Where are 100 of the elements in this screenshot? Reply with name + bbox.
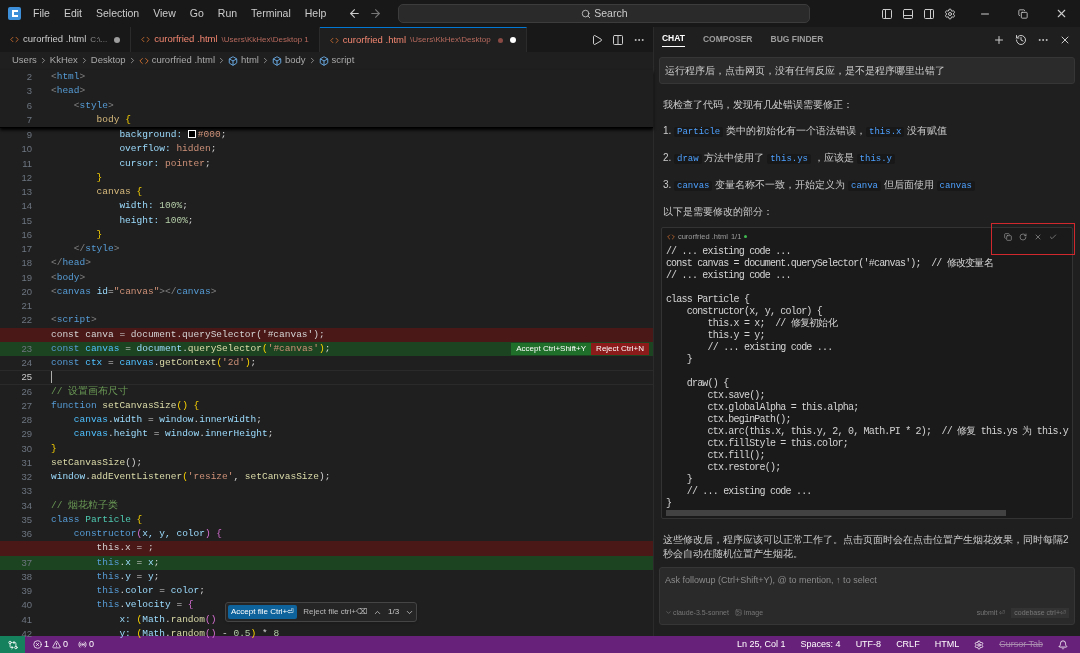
code-line: constructor(x, y, color) {: [72, 527, 223, 541]
restore-icon[interactable]: [1018, 8, 1028, 19]
menu-item[interactable]: Help: [304, 5, 327, 22]
ports-count[interactable]: 0: [89, 637, 95, 652]
code-line: constructor(x, y, color) {: [685, 306, 822, 318]
chat-text: 1. Particle 类中的初始化有一个语法错误， this.x 没有赋值: [662, 124, 949, 139]
breadcrumb-item[interactable]: KkHex: [49, 53, 78, 68]
close-icon[interactable]: [1055, 7, 1068, 20]
chat-tab[interactable]: BUG FINDER: [770, 33, 824, 46]
tab-title: curorfried .html: [154, 32, 218, 47]
color-swatch-icon[interactable]: [187, 130, 196, 139]
error-icon[interactable]: [33, 640, 42, 649]
editor-tab[interactable]: curorfried .html C:\...: [0, 27, 132, 52]
breadcrumb-item[interactable]: body: [284, 53, 306, 68]
menu-item[interactable]: Selection: [96, 5, 140, 22]
notifications-icon[interactable]: [1058, 639, 1068, 650]
code-line: ctx.save();: [706, 390, 765, 402]
symbol-icon: [228, 55, 238, 66]
code-line: <script>: [51, 313, 97, 328]
status-item[interactable]: Spaces: 4: [800, 637, 841, 652]
reject-file-button[interactable]: Reject file ctrl+⌫: [303, 606, 367, 618]
line-number: 2: [25, 70, 32, 84]
line-number: 39: [20, 584, 32, 598]
code-line: }: [685, 474, 692, 486]
line-number: 37: [20, 555, 32, 570]
reject-button[interactable]: Reject Ctrl+N: [591, 342, 649, 355]
chat-tab[interactable]: COMPOSER: [702, 33, 753, 46]
dropdown-icon: [664, 609, 672, 617]
error-count[interactable]: 1: [44, 637, 49, 652]
line-number: 34: [20, 498, 32, 513]
menu-item[interactable]: View: [153, 5, 176, 22]
menu-item[interactable]: Go: [189, 5, 204, 22]
code-line: }: [95, 227, 103, 242]
code-line: const canvas = document.querySelector('#canvas');: [51, 341, 331, 356]
panel-left-icon[interactable]: [881, 7, 893, 20]
code-line: cursor: pointer;: [118, 156, 211, 171]
code-line: const canvas = document.querySelector('#canvas'); // 修改变量名: [665, 258, 993, 270]
code-line: const canva = document.querySelector('#canvas');: [51, 327, 325, 342]
code-line: }: [51, 441, 57, 456]
panel-bottom-icon[interactable]: [902, 7, 914, 20]
panel-right-icon[interactable]: [923, 7, 935, 20]
copy-icon[interactable]: [1004, 232, 1012, 241]
new-chat-icon[interactable]: [993, 33, 1005, 46]
breadcrumb-item[interactable]: Users: [12, 53, 37, 68]
breadcrumb-item[interactable]: script: [331, 53, 355, 68]
code-line: background: #000;: [118, 128, 227, 142]
line-number: 33: [20, 484, 32, 499]
tab-path: \Users\KkHex\Desktop 1: [221, 33, 309, 46]
ports-icon[interactable]: [78, 640, 88, 649]
forward-arrow-icon[interactable]: [369, 7, 383, 20]
breadcrumb-item[interactable]: Desktop: [90, 53, 126, 68]
editor-tab[interactable]: curorfried .html \Users\KkHex\Desktop 1: [131, 27, 320, 52]
accept-button[interactable]: Accept Ctrl+Shift+Y: [511, 342, 592, 355]
code-line: <html>: [51, 70, 86, 84]
line-number: 17: [20, 242, 32, 256]
html-file-icon: [329, 35, 339, 45]
split-editor-icon[interactable]: [611, 33, 624, 46]
editor-tab[interactable]: curorfried .html \Users\KkHex\Desktop: [319, 27, 527, 52]
check-icon[interactable]: [1049, 232, 1057, 241]
line-number: 18: [20, 256, 32, 271]
remote-button[interactable]: [0, 636, 25, 653]
code-line: // 烟花粒子类: [51, 498, 119, 513]
status-item[interactable]: Ln 25, Col 1: [737, 637, 786, 652]
chat-text: 2. draw 方法中使用了 this.ys ，应该是 this.y: [662, 151, 1071, 166]
history-icon[interactable]: [1015, 33, 1027, 46]
code-line: canvas {: [95, 185, 143, 199]
settings-icon[interactable]: [944, 7, 956, 20]
code-line: ctx.beginPath();: [706, 414, 791, 426]
menu-item[interactable]: Edit: [63, 5, 82, 22]
line-number: 6: [25, 98, 32, 113]
line-number: 14: [20, 199, 32, 214]
breadcrumb-item[interactable]: html: [241, 53, 259, 68]
warning-icon[interactable]: [52, 640, 61, 649]
warning-count[interactable]: 0: [63, 637, 69, 652]
accept-file-button[interactable]: Accept file Ctrl+⏎: [228, 605, 298, 619]
status-item[interactable]: UTF-8: [855, 637, 882, 652]
menu-item[interactable]: Run: [217, 5, 238, 22]
remote-icon: [7, 639, 18, 650]
run-icon[interactable]: [590, 33, 603, 46]
line-number: 19: [20, 270, 32, 285]
code-line: // ... existing code ...: [706, 342, 833, 354]
refresh-icon[interactable]: [1019, 232, 1027, 241]
back-arrow-icon[interactable]: [348, 7, 362, 20]
chat-tab[interactable]: CHAT: [661, 32, 685, 47]
status-item[interactable]: HTML: [934, 637, 960, 652]
gear-icon[interactable]: [974, 639, 985, 650]
scrollbar[interactable]: [665, 510, 1006, 516]
tab-path: \Users\KkHex\Desktop: [410, 34, 491, 46]
status-item[interactable]: CRLF: [896, 637, 920, 652]
chat-text: 这些修改后，程序应该可以正常工作了。点击页面时会在点击位置产生烟花效果，同时每隔2秒会自动在随机位置产生烟花。: [661, 533, 1070, 561]
line-number: 21: [20, 299, 32, 313]
breadcrumb-item[interactable]: curorfried .html: [151, 53, 215, 68]
line-number: 28: [20, 413, 32, 427]
menu-item[interactable]: File: [33, 5, 50, 22]
line-number: 23: [20, 341, 32, 356]
search-field[interactable]: Search: [398, 4, 811, 23]
input-placeholder: Ask followup (Ctrl+Shift+Y), @ to mention, ↑ to select: [664, 574, 878, 587]
menu-item[interactable]: Terminal: [251, 5, 291, 22]
line-number: 36: [20, 527, 32, 541]
chevron-icon: [217, 56, 226, 65]
